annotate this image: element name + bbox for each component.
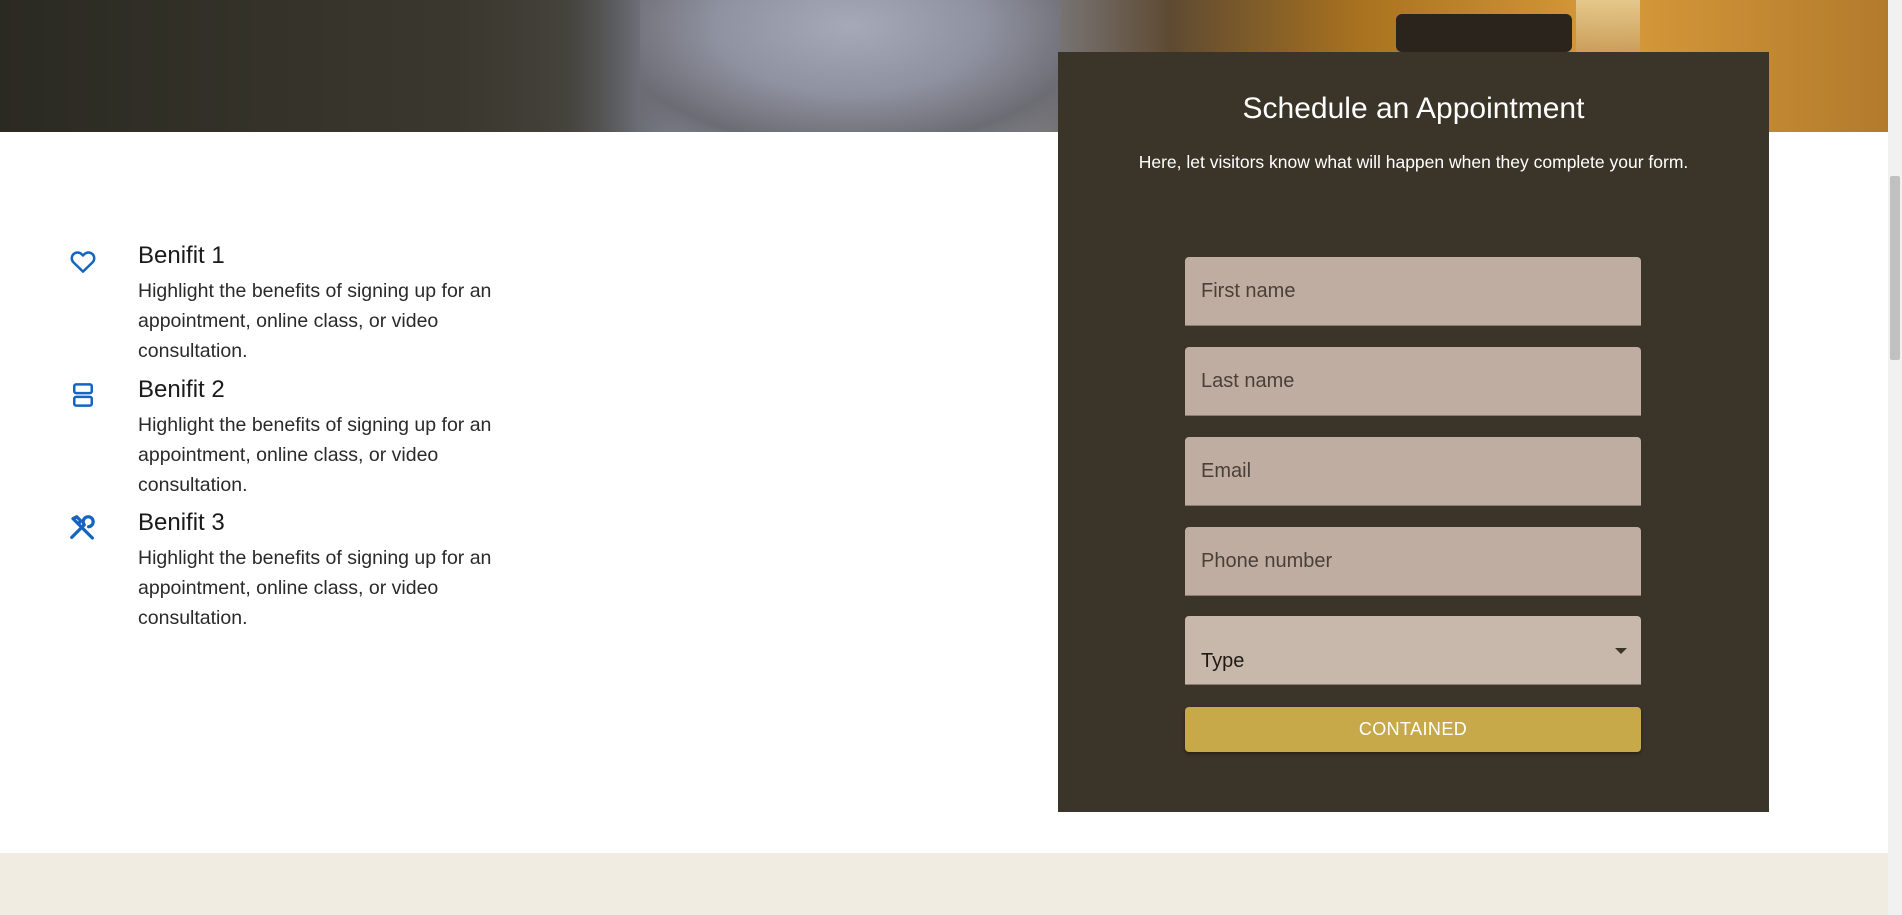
heart-icon [68, 246, 98, 276]
scrollbar-track[interactable] [1888, 0, 1902, 915]
hero-image-shade [0, 0, 640, 132]
appointment-form-panel: Schedule an Appointment Here, let visito… [1058, 52, 1769, 812]
type-select-label: Type [1201, 650, 1245, 672]
hero-image-person [640, 0, 1060, 132]
form-title: Schedule an Appointment [1242, 92, 1585, 125]
benefit-description: Highlight the benefits of signing up for… [138, 280, 492, 362]
benefit-title: Benifit 2 [138, 376, 225, 403]
footer-section [0, 853, 1888, 915]
type-select[interactable]: Type [1185, 616, 1641, 685]
stacked-boxes-icon [68, 380, 98, 410]
hero-image-phone [1396, 14, 1572, 52]
submit-button[interactable]: CONTAINED [1185, 707, 1641, 752]
scrollbar-thumb[interactable] [1890, 176, 1900, 360]
benefit-description: Highlight the benefits of signing up for… [138, 547, 492, 629]
email-input[interactable] [1185, 437, 1641, 506]
form-subtitle: Here, let visitors know what will happen… [1138, 152, 1689, 172]
benefit-title: Benifit 3 [138, 509, 225, 536]
dropdown-arrow-icon [1615, 648, 1627, 654]
last-name-input[interactable] [1185, 347, 1641, 416]
hero-image-glass [1576, 0, 1640, 52]
phone-number-input[interactable] [1185, 527, 1641, 596]
benefit-description: Highlight the benefits of signing up for… [138, 414, 492, 496]
first-name-input[interactable] [1185, 257, 1641, 326]
benefit-title: Benifit 1 [138, 242, 225, 269]
tools-icon [68, 513, 98, 543]
